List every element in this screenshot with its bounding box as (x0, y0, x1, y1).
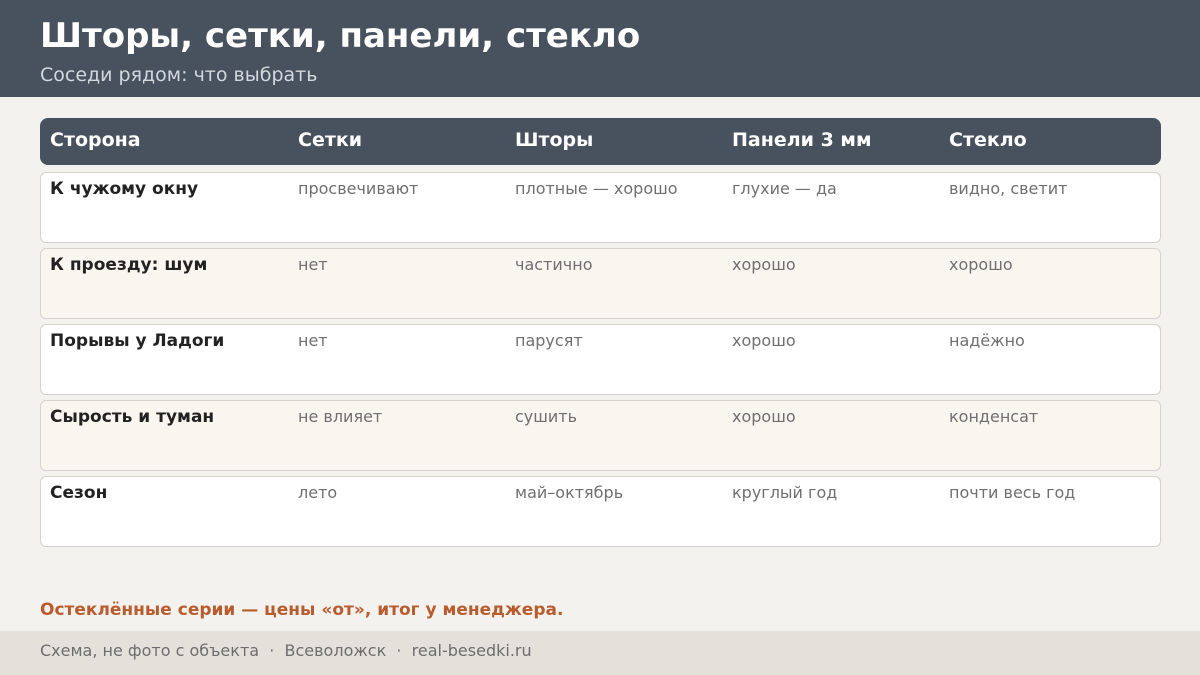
table-cell: почти весь год (949, 483, 1076, 502)
table-cell: надёжно (949, 331, 1025, 350)
table-cell: нет (298, 255, 328, 274)
table-cell: глухие — да (732, 179, 837, 198)
column-header-curtains: Шторы (515, 129, 594, 151)
price-note: Остеклённые серии — цены «от», итог у ме… (40, 600, 564, 620)
column-header-side: Сторона (50, 129, 141, 151)
table-cell: хорошо (732, 255, 796, 274)
table-cell: просвечивают (298, 179, 419, 198)
page-title: Шторы, сетки, панели, стекло (40, 16, 641, 56)
table-cell: круглый год (732, 483, 838, 502)
table-row: К чужому окну просвечивают плотные — хор… (40, 172, 1161, 243)
column-header-nets: Сетки (298, 129, 363, 151)
column-header-glass: Стекло (949, 129, 1027, 151)
row-label: Порывы у Ладоги (50, 331, 225, 351)
table-cell: парусят (515, 331, 583, 350)
table-cell: частично (515, 255, 593, 274)
footer-bar: Схема, не фото с объекта · Всеволожск · … (0, 631, 1200, 675)
footer-site-link[interactable]: real-besedki.ru (412, 641, 532, 660)
table-row: Сырость и туман не влияет сушить хорошо … (40, 400, 1161, 471)
footer-text: Схема, не фото с объекта · Всеволожск · … (40, 631, 532, 671)
table-row: К проезду: шум нет частично хорошо хорош… (40, 248, 1161, 319)
header-banner: Шторы, сетки, панели, стекло Соседи рядо… (0, 0, 1200, 97)
table-cell: конденсат (949, 407, 1039, 426)
row-label: К проезду: шум (50, 255, 208, 275)
table-header: Сторона Сетки Шторы Панели 3 мм Стекло (40, 118, 1161, 165)
table-cell: плотные — хорошо (515, 179, 678, 198)
table-cell: май–октябрь (515, 483, 624, 502)
table-cell: сушить (515, 407, 578, 426)
page-subtitle: Соседи рядом: что выбрать (40, 64, 318, 86)
table-cell: не влияет (298, 407, 383, 426)
footer-separator: · (269, 641, 275, 660)
row-label: Сырость и туман (50, 407, 215, 427)
column-header-panels: Панели 3 мм (732, 129, 872, 151)
table-row: Сезон лето май–октябрь круглый год почти… (40, 476, 1161, 547)
footer-caption: Схема, не фото с объекта (40, 641, 260, 660)
row-label: Сезон (50, 483, 108, 503)
table-cell: хорошо (732, 331, 796, 350)
row-label: К чужому окну (50, 179, 199, 199)
footer-separator: · (396, 641, 402, 660)
footer-city: Всеволожск (284, 641, 387, 660)
table-cell: нет (298, 331, 328, 350)
table-cell: хорошо (732, 407, 796, 426)
table-cell: видно, светит (949, 179, 1068, 198)
table-cell: хорошо (949, 255, 1013, 274)
table-cell: лето (298, 483, 338, 502)
table-row: Порывы у Ладоги нет парусят хорошо надёж… (40, 324, 1161, 395)
